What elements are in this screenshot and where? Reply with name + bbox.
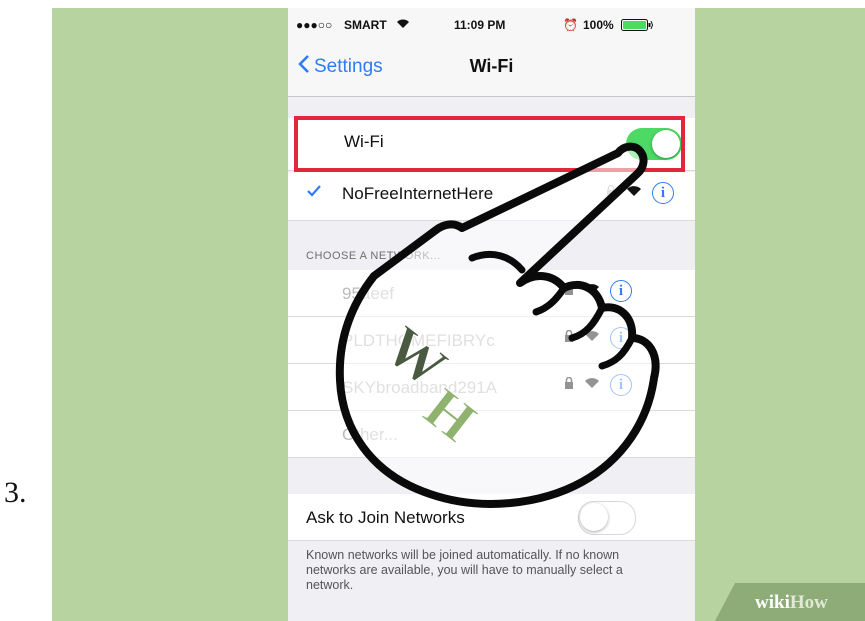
- lock-icon: [564, 329, 574, 347]
- navigation-bar: Settings Wi-Fi: [288, 42, 695, 97]
- wifi-signal-icon: [626, 184, 642, 202]
- connected-network-row[interactable]: NoFreeInternetHere i: [288, 172, 695, 221]
- wikihow-watermark: wikiHow: [715, 583, 865, 621]
- network-icons: i: [564, 374, 632, 396]
- network-icons: i: [564, 327, 632, 349]
- wifi-signal-icon: [584, 376, 600, 394]
- wifi-signal-icon: [584, 329, 600, 347]
- info-icon[interactable]: i: [610, 327, 632, 349]
- status-wifi-icon: [396, 18, 410, 32]
- lock-icon: [564, 282, 574, 300]
- info-icon[interactable]: i: [652, 182, 674, 204]
- lock-icon: [564, 376, 574, 394]
- section-header: CHOOSE A NETWORK...: [306, 250, 441, 262]
- network-row[interactable]: 95aeef i: [288, 270, 695, 317]
- network-icons: i: [564, 280, 632, 302]
- step-number: 3.: [4, 476, 27, 509]
- network-row[interactable]: SKYbroadband291A i: [288, 364, 695, 411]
- page-title: Wi-Fi: [469, 56, 514, 76]
- info-icon[interactable]: i: [610, 374, 632, 396]
- network-name: 95aeef: [342, 284, 394, 303]
- illustration-scene: ●●●○○ SMART 11:09 PM ⏰ 100% Settings Wi-…: [52, 8, 865, 621]
- network-name: SKYbroadband291A: [342, 378, 498, 397]
- battery-icon: [621, 19, 654, 34]
- carrier-name: SMART: [344, 18, 387, 32]
- signal-dots-icon: ●●●○○: [296, 18, 333, 32]
- network-row[interactable]: PLDTHOMEFIBRYc i: [288, 317, 695, 364]
- other-network-row[interactable]: Other...: [288, 411, 695, 458]
- network-icons: i: [606, 182, 674, 204]
- toggle-knob: [580, 503, 608, 531]
- alarm-icon: ⏰: [563, 18, 578, 32]
- wifi-signal-icon: [584, 282, 600, 300]
- checkmark-icon: [306, 184, 322, 203]
- watermark-how: How: [789, 592, 828, 613]
- footer-description: Known networks will be joined automatica…: [306, 548, 623, 592]
- info-icon[interactable]: i: [610, 280, 632, 302]
- ask-to-join-label: Ask to Join Networks: [306, 508, 465, 527]
- connected-network-name: NoFreeInternetHere: [342, 184, 494, 203]
- ask-to-join-row: Ask to Join Networks: [288, 494, 695, 541]
- other-label: Other...: [342, 425, 398, 444]
- status-time: 11:09 PM: [454, 18, 506, 32]
- network-name: PLDTHOMEFIBRYc: [342, 331, 495, 350]
- phone-screen: ●●●○○ SMART 11:09 PM ⏰ 100% Settings Wi-…: [288, 8, 695, 621]
- lock-icon: [606, 184, 616, 202]
- battery-percent: 100%: [583, 18, 614, 32]
- highlight-box: [294, 116, 685, 172]
- ask-to-join-toggle[interactable]: [578, 501, 636, 535]
- watermark-wiki: wiki: [755, 592, 790, 613]
- status-bar: ●●●○○ SMART 11:09 PM ⏰ 100%: [288, 8, 695, 42]
